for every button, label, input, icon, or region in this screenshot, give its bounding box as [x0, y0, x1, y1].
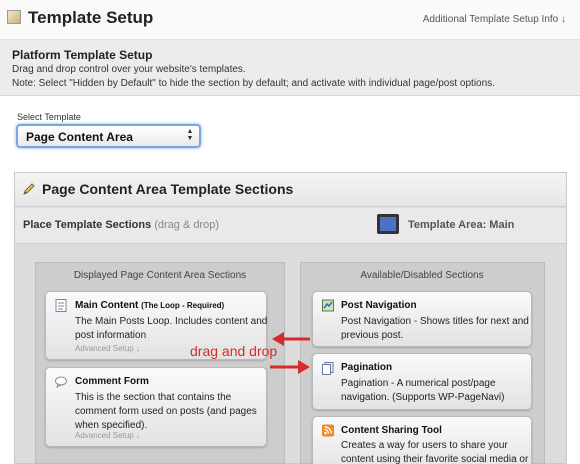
card-title: Content Sharing Tool	[341, 425, 442, 436]
card-description-line: previous post.	[341, 330, 404, 341]
template-area-label: Template Area: Main	[408, 219, 515, 231]
card-title-note: (The Loop - Required)	[141, 301, 225, 310]
page-title: Template Setup	[28, 8, 154, 27]
place-sections-title: Place Template Sections (drag & drop)	[23, 219, 219, 231]
drag-and-drop-annotation: drag and drop	[190, 343, 278, 359]
select-template-label: Select Template	[17, 112, 81, 122]
card-description-line: Pagination - A numerical post/page	[341, 378, 496, 389]
additional-setup-link[interactable]: Additional Template Setup Info ↓	[423, 14, 566, 25]
info-description: Drag and drop control over your website'…	[12, 64, 246, 75]
advanced-setup-link[interactable]: Advanced Setup ↓	[75, 431, 140, 440]
card-description-line: Post Navigation - Shows titles for next …	[341, 316, 529, 327]
template-setup-icon	[7, 10, 21, 24]
card-description: This is the section that contains the co…	[75, 391, 257, 433]
select-arrows-icon: ▲ ▼	[186, 128, 194, 142]
card-description-line: post information	[75, 330, 147, 341]
pages-icon	[322, 362, 334, 375]
navigation-icon	[322, 299, 334, 312]
card-description: Pagination - A numerical post/page navig…	[341, 377, 504, 405]
document-icon	[55, 299, 67, 312]
card-title: Pagination	[341, 362, 393, 373]
info-note: Note: Select "Hidden by Default" to hide…	[12, 78, 495, 89]
card-description: Creates a way for users to share your co…	[341, 439, 528, 464]
drag-drop-hint: (drag & drop)	[154, 219, 220, 231]
template-area-icon	[377, 214, 399, 234]
displayed-sections-title: Displayed Page Content Area Sections	[73, 270, 247, 281]
advanced-setup-link[interactable]: Advanced Setup ↓	[75, 344, 140, 353]
template-select[interactable]: Page Content Area ▲ ▼	[16, 124, 201, 148]
arrow-left-icon	[272, 332, 310, 346]
card-description: Post Navigation - Shows titles for next …	[341, 315, 529, 343]
comment-icon	[55, 376, 67, 388]
card-title-text: Main Content	[75, 300, 139, 311]
card-description: The Main Posts Loop. Includes content an…	[75, 315, 267, 343]
card-title: Comment Form	[75, 376, 149, 387]
card-title: Post Navigation	[341, 300, 417, 311]
panel-title: Page Content Area Template Sections	[42, 181, 294, 197]
card-description-line: navigation. (Supports WP-PageNavi)	[341, 392, 505, 403]
place-sections-label: Place Template Sections	[23, 219, 152, 231]
info-title: Platform Template Setup	[12, 48, 153, 62]
card-description-line: This is the section that contains the	[75, 392, 232, 403]
arrow-right-icon	[270, 360, 310, 374]
template-select-value: Page Content Area	[26, 130, 133, 144]
card-description-line: content using their favorite social medi…	[341, 454, 529, 464]
pencil-icon	[23, 183, 35, 195]
rss-icon	[322, 424, 334, 437]
card-description-line: The Main Posts Loop. Includes content an…	[75, 316, 268, 327]
card-description-line: comment form used on posts (and pages	[75, 406, 257, 417]
card-description-line: Creates a way for users to share your	[341, 440, 508, 451]
card-title: Main Content (The Loop - Required)	[75, 300, 224, 311]
available-sections-title: Available/Disabled Sections	[360, 270, 484, 281]
